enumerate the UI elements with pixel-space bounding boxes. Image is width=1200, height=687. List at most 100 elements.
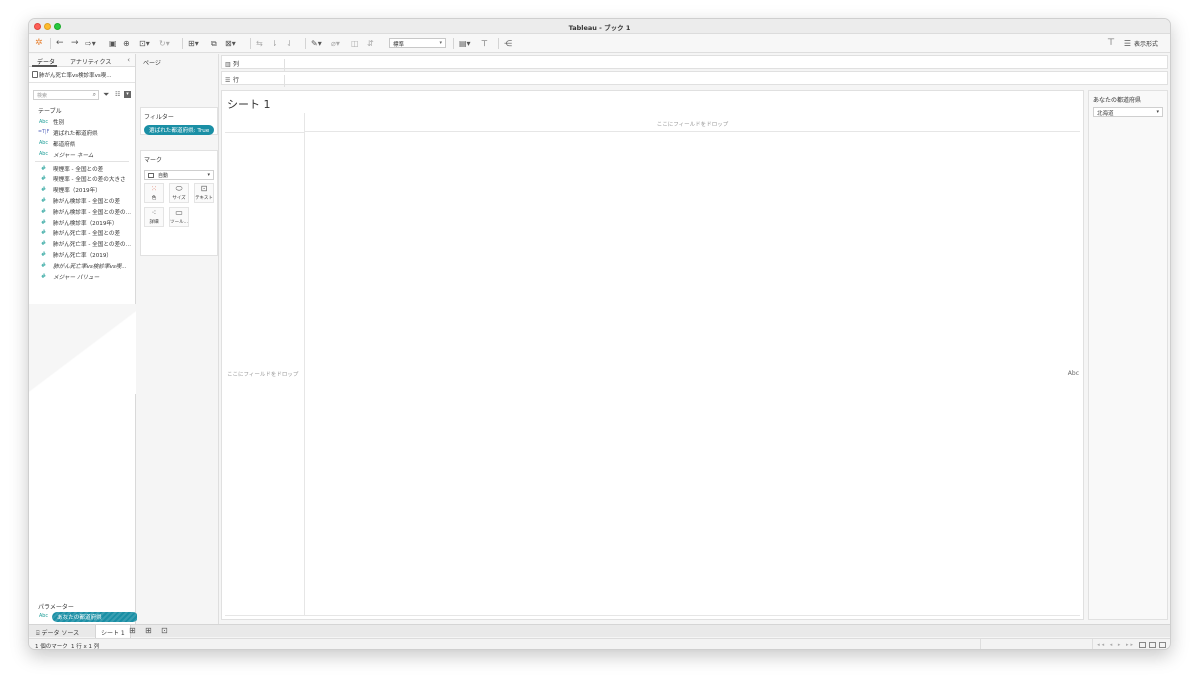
color-button[interactable]: ⁙ 色 [144, 183, 164, 203]
field-item[interactable]: # 肺がん死亡率 - 全国との差 [29, 228, 135, 239]
group-members-icon[interactable]: ⌀▾ [331, 38, 340, 49]
size-button[interactable]: ⬭ サイズ [169, 183, 189, 203]
new-story-tab-icon[interactable]: ⊡ [161, 626, 168, 635]
string-type-icon: Abc [39, 151, 48, 157]
swap-rows-columns-icon[interactable]: ⇆ [256, 38, 263, 49]
pause-updates-icon[interactable]: ⊡▾ [139, 38, 150, 49]
sort-descending-icon[interactable]: ⇃ [286, 38, 293, 49]
text-button[interactable]: ⊡ テキスト [194, 183, 214, 203]
field-item[interactable]: # 肺がん検診率 - 全国との差の... [29, 206, 135, 217]
field-item[interactable]: # 喫煙率 - 全国との差 [29, 163, 135, 174]
mark-type-select[interactable]: 自動 ▾ [144, 170, 214, 180]
refresh-icon[interactable]: ↻▾ [159, 38, 170, 49]
show-filmstrip-icon[interactable] [1149, 642, 1156, 648]
show-sheet-sorter-icon[interactable] [1139, 642, 1146, 648]
field-search-input[interactable]: 検索 ⌕ [33, 90, 99, 100]
field-item[interactable]: # 肺がん死亡率vs検診率vs喫... [29, 260, 135, 271]
mark-placeholder[interactable]: Abc [1068, 370, 1079, 377]
tab-sheet-1[interactable]: シート 1 [95, 625, 131, 638]
field-item[interactable]: # 肺がん死亡率（2019） [29, 250, 135, 261]
filters-card[interactable]: フィルター 選ばれた都道府県: True [140, 107, 218, 135]
rows-columns-count: 1 行 x 1 列 [71, 644, 100, 650]
detail-icon: ⁖ [151, 208, 157, 217]
tab-data-source[interactable]: ⌸ データ ソース [31, 625, 84, 638]
sheet-navigation-arrows[interactable]: ◂◂ ◂ ▸ ▸▸ [1097, 642, 1135, 648]
pages-card[interactable]: ページ [140, 54, 218, 89]
chevron-down-icon: ▾ [1156, 109, 1159, 115]
presentation-mode-icon[interactable]: ⊤ [481, 38, 488, 49]
title-bar: Tableau - ブック 1 [29, 19, 1170, 34]
field-name: メジャー ネーム [53, 152, 94, 159]
field-item[interactable]: Abc 都道府県 [29, 139, 135, 150]
number-type-icon: # [41, 164, 47, 172]
data-source-item[interactable]: 肺がん死亡率vs検診率vs喫... [29, 67, 135, 83]
automatic-mark-icon [148, 172, 154, 178]
columns-shelf[interactable]: ▥ 列 [221, 55, 1168, 71]
detail-button[interactable]: ⁖ 詳細 [144, 207, 164, 227]
save-icon[interactable]: ▣ [109, 38, 117, 49]
field-item[interactable]: # 肺がん検診率 - 全国との差 [29, 196, 135, 207]
chevron-down-icon: ▾ [207, 172, 210, 178]
new-worksheet-icon[interactable]: ⊞▾ [188, 38, 199, 49]
status-divider [1092, 639, 1093, 649]
columns-shelf-label: ▥ 列 [225, 59, 285, 71]
tab-analytics[interactable]: アナリティクス [70, 57, 111, 66]
field-item[interactable]: # 喫煙率 - 全国との差の大きさ [29, 174, 135, 185]
status-divider [980, 639, 981, 649]
size-icon: ⬭ [175, 184, 183, 193]
tooltip-button[interactable]: ▭ ツール... [169, 207, 189, 227]
sort-ascending-icon[interactable]: ⇂ [271, 38, 278, 49]
new-dashboard-tab-icon[interactable]: ⊞ [145, 626, 152, 635]
view-area: ▥ 列 ☰ 行 シート 1 ここにフィールドをドロップ ここにフィールドをドロップ … [220, 54, 1170, 624]
filter-icon[interactable]: ⏷ [103, 90, 109, 100]
field-name: 都道府県 [53, 141, 76, 148]
field-item[interactable]: =T|F 選ばれた都道府県 [29, 128, 135, 139]
show-tabs-icon[interactable] [1159, 642, 1166, 648]
sheet-title[interactable]: シート 1 [227, 96, 271, 112]
parameter-pill[interactable]: あなたの都道府県 [52, 612, 138, 622]
number-type-icon: # [41, 218, 47, 226]
collapse-pane-icon[interactable]: ‹ [127, 56, 130, 64]
clear-sheet-icon[interactable]: ⊠▾ [225, 38, 236, 49]
field-item[interactable]: Abc メジャー ネーム [29, 149, 135, 160]
fit-select[interactable]: 標準 ▾ [389, 38, 446, 48]
prefecture-select[interactable]: 北海道 ▾ [1093, 107, 1163, 117]
pane-menu-icon[interactable]: ▾ [124, 91, 131, 98]
field-item[interactable]: Abc 性別 [29, 117, 135, 128]
view-list-icon[interactable]: ☷ [115, 91, 120, 98]
data-pane-tabs: データ アナリティクス ‹ [29, 54, 135, 67]
fix-axes-icon[interactable]: ⇵ [367, 38, 374, 49]
pane-background-shape [29, 304, 136, 394]
redo-icon[interactable]: → [71, 38, 79, 49]
corner-divider [225, 132, 304, 133]
share-icon[interactable]: ⋲ [504, 38, 512, 49]
marks-card-title: マーク [144, 157, 163, 164]
show-me-button[interactable]: ☰ 表示形式 [1124, 39, 1158, 48]
show-hide-cards-icon[interactable]: ▤▾ [459, 38, 471, 49]
format-painter-icon[interactable]: ⊤ [1107, 38, 1115, 48]
duplicate-sheet-icon[interactable]: ⧉ [211, 38, 217, 49]
search-icon: ⌕ [92, 91, 96, 98]
field-item[interactable]: # メジャー バリュー [29, 271, 135, 282]
show-me-icon: ☰ [1123, 39, 1131, 48]
column-drop-zone[interactable]: ここにフィールドをドロップ [305, 113, 1080, 132]
row-drop-zone[interactable]: ここにフィールドをドロップ [227, 370, 298, 378]
filter-pill[interactable]: 選ばれた都道府県: True [144, 125, 214, 135]
new-worksheet-tab-icon[interactable]: ⊞ [129, 626, 136, 635]
status-bar: 1 個のマーク 1 行 x 1 列 ◂◂ ◂ ▸ ▸▸ [29, 638, 1170, 650]
new-data-source-icon[interactable]: ⊕ [123, 38, 130, 49]
field-name: 肺がん死亡率（2019） [53, 252, 112, 259]
tableau-logo-icon[interactable]: ✲ [35, 38, 43, 49]
boolean-type-icon: =T|F [38, 130, 50, 136]
undo-icon[interactable]: ← [56, 38, 64, 49]
field-item[interactable]: # 肺がん検診率（2019年） [29, 217, 135, 228]
parameter-item[interactable]: Abc あなたの都道府県 [33, 612, 138, 622]
replay-icon[interactable]: ⇨▾ [85, 38, 96, 49]
rows-shelf-label: ☰ 行 [225, 75, 285, 87]
tooltip-icon: ▭ [175, 208, 183, 217]
highlight-icon[interactable]: ✎▾ [311, 38, 322, 49]
rows-shelf[interactable]: ☰ 行 [221, 71, 1168, 87]
field-item[interactable]: # 喫煙率（2019年） [29, 185, 135, 196]
field-item[interactable]: # 肺がん死亡率 - 全国との差の... [29, 239, 135, 250]
show-labels-icon[interactable]: ◫ [351, 38, 359, 49]
